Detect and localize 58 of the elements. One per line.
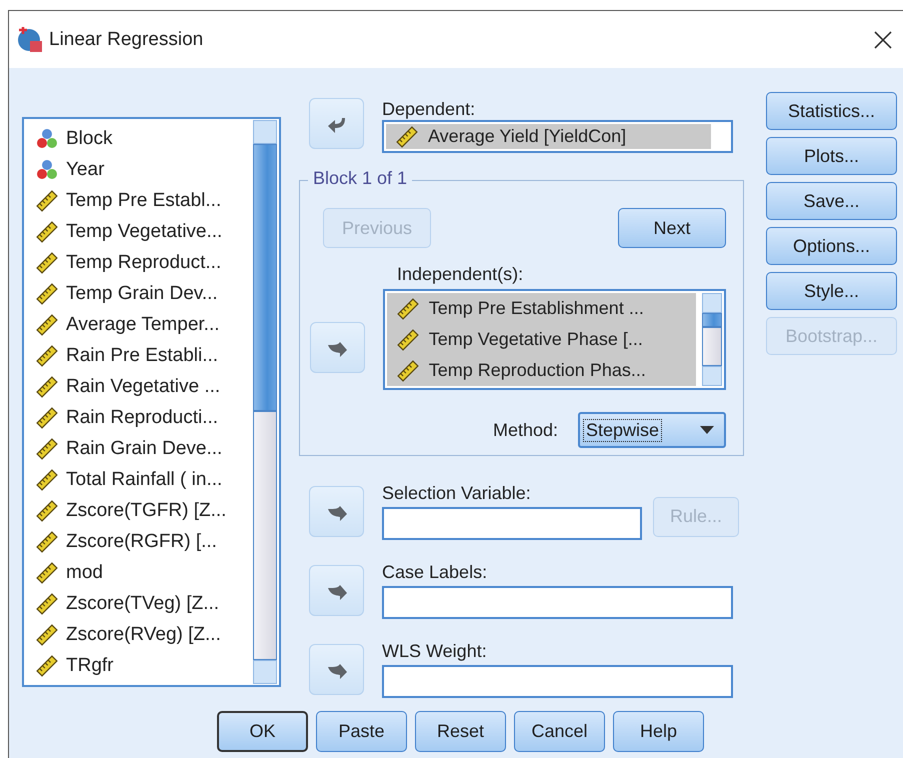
variable-name[interactable]: Year bbox=[66, 158, 104, 180]
window-title: Linear Regression bbox=[49, 28, 204, 50]
dialog-button[interactable]: Paste bbox=[316, 711, 407, 752]
variable-name[interactable]: Total Rainfall ( in... bbox=[66, 468, 222, 490]
variable-name[interactable]: Zscore(TVeg) [Z... bbox=[66, 592, 220, 614]
variable-name[interactable]: Rain Vegetative ... bbox=[66, 376, 220, 398]
variable-name[interactable]: Temp Reproduction Phas... bbox=[428, 360, 646, 381]
variable-name[interactable]: Rain Reproducti... bbox=[66, 406, 218, 428]
move-button[interactable] bbox=[310, 322, 365, 373]
input-field[interactable] bbox=[382, 507, 642, 540]
dependent-field[interactable]: Average Yield [YieldCon] bbox=[382, 120, 733, 153]
variable-name[interactable]: Zscore(TGFR) [Z... bbox=[66, 500, 226, 522]
variable-name[interactable]: Zscore(RVeg) [Z... bbox=[66, 624, 221, 646]
variable-name[interactable]: Temp Grain Dev... bbox=[66, 282, 218, 304]
field-label: Selection Variable: bbox=[382, 482, 532, 504]
dropdown-arrow-icon bbox=[700, 426, 714, 434]
variable-name[interactable]: Temp Reproduct... bbox=[66, 252, 222, 274]
dialog-button[interactable]: Plots... bbox=[766, 137, 897, 175]
variable-list[interactable] bbox=[22, 117, 281, 687]
variable-name[interactable]: Temp Vegetative... bbox=[66, 220, 222, 242]
move-button[interactable] bbox=[309, 98, 364, 149]
input-field[interactable] bbox=[382, 586, 733, 619]
dialog-button[interactable]: Save... bbox=[766, 182, 897, 220]
nominal-icon bbox=[36, 158, 58, 180]
variable-name[interactable]: Block bbox=[66, 128, 112, 150]
field-label: Independent(s): bbox=[397, 263, 524, 285]
variable-name[interactable]: mod bbox=[66, 562, 103, 584]
field-label: Dependent: bbox=[382, 98, 476, 120]
variable-name[interactable]: Temp Vegetative Phase [... bbox=[428, 329, 643, 350]
field-label: Method: bbox=[492, 419, 558, 441]
dialog-button[interactable]: Statistics... bbox=[766, 92, 897, 130]
method-dropdown[interactable]: Stepwise bbox=[578, 412, 726, 448]
scrollbar[interactable] bbox=[702, 293, 722, 386]
nominal-icon bbox=[36, 128, 58, 150]
variable-name[interactable]: Rain Pre Establi... bbox=[66, 344, 218, 366]
field-label: WLS Weight: bbox=[382, 640, 488, 662]
variable-name[interactable]: Average Temper... bbox=[66, 314, 220, 336]
dialog-button[interactable]: Options... bbox=[766, 227, 897, 265]
close-icon[interactable] bbox=[873, 30, 893, 50]
next-button[interactable]: Next bbox=[618, 208, 726, 248]
variable-name[interactable]: Temp Pre Establ... bbox=[66, 190, 222, 212]
variable-name[interactable]: Temp Pre Establishment ... bbox=[428, 298, 644, 319]
variable-name[interactable]: Zscore(RGFR) [... bbox=[66, 530, 217, 552]
dialog-button[interactable]: Style... bbox=[766, 272, 897, 310]
field-label: Case Labels: bbox=[382, 561, 488, 583]
move-button[interactable] bbox=[309, 486, 364, 537]
move-button[interactable] bbox=[309, 565, 364, 616]
dialog-button[interactable]: Cancel bbox=[514, 711, 605, 752]
independent-list[interactable]: Temp Pre Establishment ... Temp Vegetative Phase [... Temp Reproduction Phas... bbox=[382, 289, 726, 390]
variable-name[interactable]: Rain Grain Deve... bbox=[66, 438, 222, 460]
app-icon bbox=[17, 26, 43, 52]
input-field[interactable] bbox=[382, 665, 733, 698]
scrollbar[interactable] bbox=[253, 120, 277, 684]
variable-name[interactable]: TRgfr bbox=[66, 654, 114, 676]
dialog-button[interactable]: Help bbox=[613, 711, 704, 752]
dialog-button[interactable]: OK bbox=[217, 711, 308, 752]
dialog-button[interactable]: Reset bbox=[415, 711, 506, 752]
move-button[interactable] bbox=[309, 644, 364, 695]
